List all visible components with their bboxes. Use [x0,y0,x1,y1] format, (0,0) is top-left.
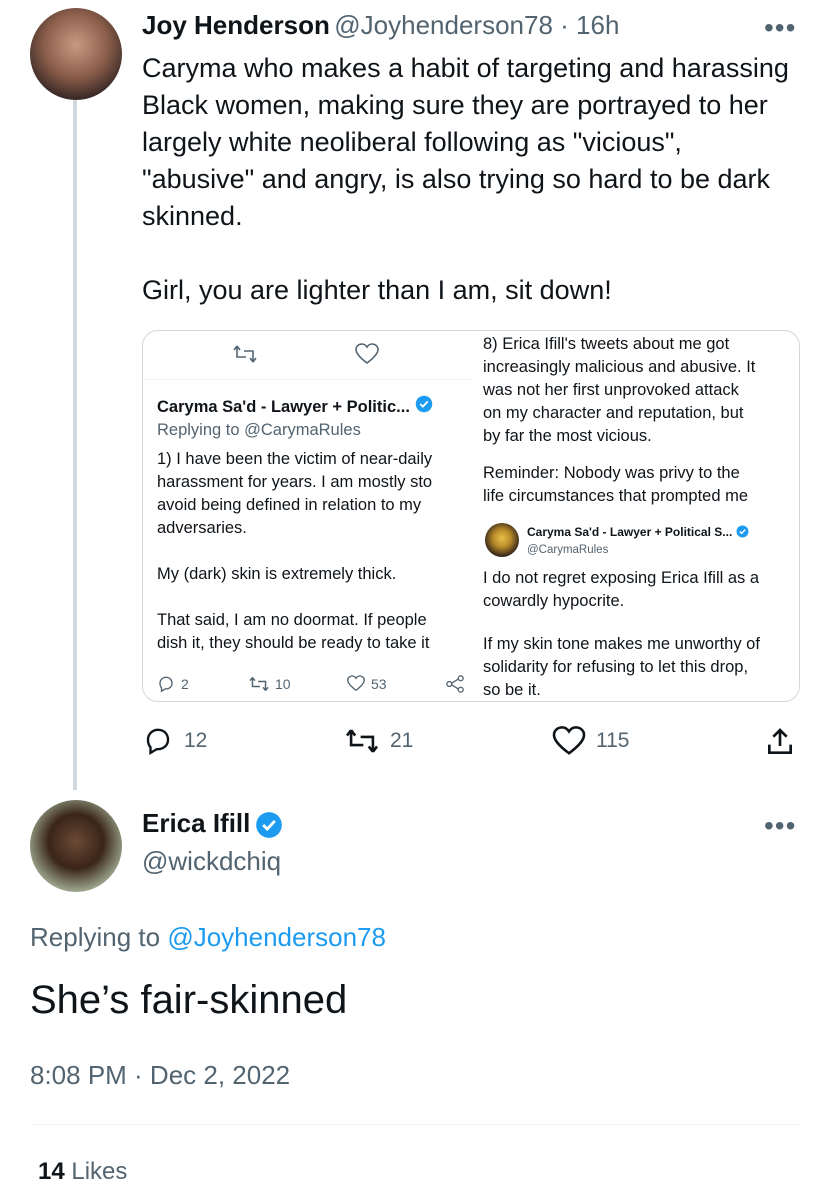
share-icon [768,728,792,754]
joy-avatar[interactable] [30,8,122,100]
reply-count: 12 [184,729,208,752]
tweet-media-image[interactable]: Caryma Sa'd - Lawyer + Politic... Replyi… [142,330,800,702]
divider [30,1124,800,1125]
likes-stat[interactable]: 14 Likes [38,1158,127,1186]
erica-avatar[interactable] [30,800,122,892]
quoted-author: Caryma Sa'd - Lawyer + Politic... [157,397,410,416]
reply-icon [146,728,170,755]
tweet-body: Caryma who makes a habit of targeting an… [142,53,789,305]
verified-badge-icon [255,811,283,844]
reply-body: She’s fair-skinned [30,978,348,1022]
heart-icon [552,726,586,755]
replying-to-handle[interactable]: @Joyhenderson78 [167,922,386,952]
reply-author-name[interactable]: Erica Ifill [142,808,250,838]
retweet-icon [233,343,257,370]
heart-icon [355,343,379,370]
thread-line [73,100,77,790]
retweet-icon [249,677,269,691]
caryma-avatar [485,523,519,557]
verified-badge-icon [736,525,749,541]
author-handle-time[interactable]: @Joyhenderson78 · 16h [334,10,619,40]
likes-count: 14 [38,1158,65,1185]
replying-to-label: Replying to [30,922,168,952]
quoted-replying: Replying to @CarymaRules [157,421,361,439]
author-name[interactable]: Joy Henderson [142,10,330,40]
quoted-handle-right: @CarymaRules [527,544,609,556]
quoted-name-right: Caryma Sa'd - Lawyer + Political S... [527,525,733,540]
reply-icon [159,676,173,693]
reply-author-handle[interactable]: @wickdchiq [142,846,281,877]
more-options-icon[interactable]: ••• [764,810,796,842]
like-count: 115 [596,729,630,752]
retweet-count: 21 [390,729,414,752]
like-button[interactable]: 115 [552,726,629,756]
share-button[interactable] [764,726,796,763]
heart-icon [347,675,365,692]
quoted-text-right-bottom: I do not regret exposing Erica Ifill as … [483,569,760,699]
quoted-like-count: 53 [371,675,387,692]
more-options-icon[interactable]: ••• [764,12,796,44]
reply-button[interactable]: 12 [142,726,207,756]
quoted-text-left: 1) I have been the victim of near-daily … [157,450,433,652]
retweet-icon [345,729,379,753]
retweet-button[interactable]: 21 [344,726,413,756]
timestamp[interactable]: 8:08 PM · Dec 2, 2022 [30,1060,290,1091]
share-icon [446,675,464,693]
likes-label: Likes [64,1158,128,1185]
quoted-text-right-top: 8) Erica Ifill's tweets about me got inc… [483,335,756,505]
quoted-reply-count: 2 [181,676,189,692]
verified-badge-icon [415,395,433,420]
quoted-retweet-count: 10 [275,676,291,692]
